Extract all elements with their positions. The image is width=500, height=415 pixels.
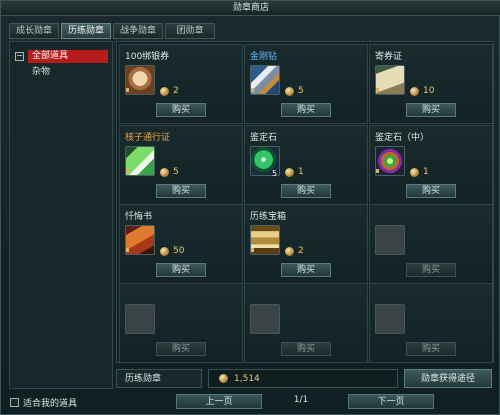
medal-shop-window: 勋章商店 成长勋章 历练勋章 战争勋章 团勋章 − 全部道具 杂物 100绑银券…: [0, 0, 500, 415]
buy-button[interactable]: 购买: [406, 103, 456, 117]
medal-currency-icon: [285, 167, 294, 177]
bound-lock-icon: [251, 88, 254, 92]
buy-button[interactable]: 购买: [281, 263, 331, 277]
item-name: 忏悔书: [125, 212, 153, 222]
item-cell[interactable]: 鉴定石（中） 1 购买: [369, 125, 493, 205]
suitable-items-checkbox[interactable]: [10, 398, 19, 407]
item-price: 1: [285, 167, 304, 177]
item-grid: 100绑银券 2 购买 金刚钻 5 购买 寄券证 10 购买 核子通行证 5 购…: [116, 41, 494, 363]
sidebar-item-all-items[interactable]: 全部道具: [28, 50, 108, 63]
buy-button[interactable]: 购买: [406, 184, 456, 198]
medal-currency-icon: [160, 167, 169, 177]
collapse-toggle-icon[interactable]: −: [15, 52, 24, 61]
buy-button[interactable]: 购买: [281, 103, 331, 117]
tab-bar: 成长勋章 历练勋章 战争勋章 团勋章: [9, 23, 215, 39]
coupon-scroll-icon[interactable]: [125, 65, 155, 95]
bound-lock-icon: [126, 169, 129, 173]
currency-type-label: 历练勋章: [116, 369, 202, 388]
bound-lock-icon: [126, 88, 129, 92]
tab-training-medal[interactable]: 历练勋章: [61, 23, 111, 39]
tab-team-medal[interactable]: 团勋章: [165, 23, 215, 39]
pagination: 上一页 1/1 下一页: [116, 394, 494, 410]
prev-page-button[interactable]: 上一页: [176, 394, 262, 409]
stack-count: 5: [272, 169, 278, 178]
medal-currency-icon: [285, 246, 294, 256]
item-cell[interactable]: 鉴定石 5 1 购买: [244, 125, 368, 205]
scroll-document-icon[interactable]: [375, 65, 405, 95]
empty-slot: [250, 304, 280, 334]
item-name: 核子通行证: [125, 133, 171, 143]
buy-button[interactable]: 购买: [281, 184, 331, 198]
multicolor-orb-icon[interactable]: [375, 146, 405, 176]
item-cell-empty: 购买: [369, 283, 493, 363]
currency-bar: 历练勋章 1,514 勋章获得途径: [116, 369, 494, 389]
empty-slot: [375, 225, 405, 255]
medal-balance: 1,514: [208, 369, 398, 388]
bound-lock-icon: [126, 248, 129, 252]
item-price: 10: [410, 86, 434, 96]
bound-lock-icon: [376, 88, 379, 92]
buy-button[interactable]: 购买: [406, 263, 456, 277]
suitable-items-label: 适合我的道具: [23, 399, 78, 409]
repentance-book-icon[interactable]: [125, 225, 155, 255]
item-cell[interactable]: 金刚钻 5 购买: [244, 44, 368, 124]
buy-button[interactable]: 购买: [156, 342, 206, 356]
medal-currency-icon: [410, 167, 419, 177]
item-cell-empty: 购买: [119, 283, 243, 363]
bound-lock-icon: [376, 169, 379, 173]
item-cell[interactable]: 寄券证 10 购买: [369, 44, 493, 124]
next-page-button[interactable]: 下一页: [348, 394, 434, 409]
buy-button[interactable]: 购买: [156, 184, 206, 198]
item-price: 2: [160, 86, 179, 96]
medal-source-button[interactable]: 勋章获得途径: [404, 369, 492, 388]
suitable-items-filter[interactable]: 适合我的道具: [10, 396, 77, 409]
buy-button[interactable]: 购买: [281, 342, 331, 356]
item-name: 金刚钻: [250, 52, 278, 62]
item-name: 鉴定石（中）: [375, 133, 430, 143]
window-title: 勋章商店: [1, 1, 500, 16]
item-cell-empty: 购买: [369, 204, 493, 284]
page-indicator: 1/1: [293, 395, 309, 405]
item-name: 100绑银券: [125, 52, 170, 62]
category-sidebar: − 全部道具 杂物: [9, 41, 113, 389]
buy-button[interactable]: 购买: [156, 263, 206, 277]
medal-currency-icon: [285, 86, 294, 96]
buy-button[interactable]: 购买: [406, 342, 456, 356]
bound-lock-icon: [251, 248, 254, 252]
item-name: 鉴定石: [250, 133, 278, 143]
sidebar-item-misc[interactable]: 杂物: [32, 66, 50, 79]
medal-currency-icon: [410, 86, 419, 96]
item-name: 寄券证: [375, 52, 403, 62]
medal-currency-icon: [160, 86, 169, 96]
item-price: 2: [285, 246, 304, 256]
item-cell[interactable]: 忏悔书 50 购买: [119, 204, 243, 284]
medal-currency-icon: [160, 246, 169, 256]
item-name: 历练宝箱: [250, 212, 287, 222]
tab-war-medal[interactable]: 战争勋章: [113, 23, 163, 39]
item-price: 5: [160, 167, 179, 177]
medal-currency-icon: [219, 374, 228, 383]
item-price: 5: [285, 86, 304, 96]
item-cell[interactable]: 核子通行证 5 购买: [119, 125, 243, 205]
item-cell[interactable]: 历练宝箱 2 购买: [244, 204, 368, 284]
empty-slot: [375, 304, 405, 334]
tab-growth-medal[interactable]: 成长勋章: [9, 23, 59, 39]
item-price: 50: [160, 246, 184, 256]
empty-slot: [125, 304, 155, 334]
item-price: 1: [410, 167, 429, 177]
pass-card-icon[interactable]: [125, 146, 155, 176]
treasure-chest-icon[interactable]: [250, 225, 280, 255]
diamond-drill-icon[interactable]: [250, 65, 280, 95]
item-cell-empty: 购买: [244, 283, 368, 363]
item-cell[interactable]: 100绑银券 2 购买: [119, 44, 243, 124]
buy-button[interactable]: 购买: [156, 103, 206, 117]
